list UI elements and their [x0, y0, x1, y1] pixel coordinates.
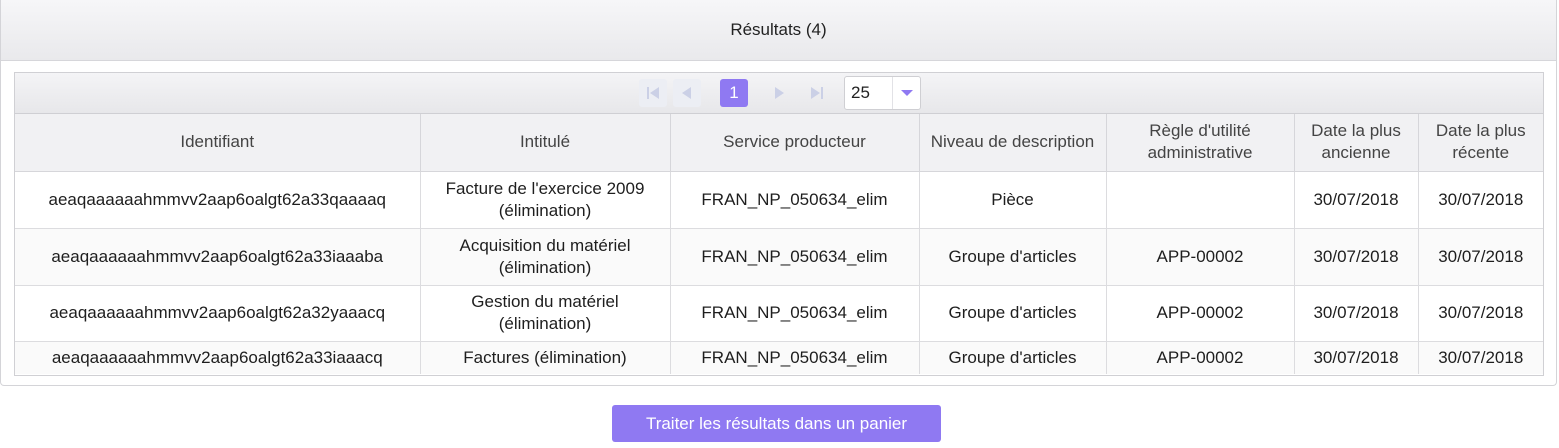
cell-identifiant: aeaqaaaaaahmmvv2aap6oalgt62a33iaaaba [15, 228, 421, 286]
next-page-button[interactable] [765, 79, 793, 107]
results-title: Résultats (4) [730, 20, 827, 39]
table-row[interactable]: aeaqaaaaaahmmvv2aap6oalgt62a33iaaaba Acq… [15, 228, 1543, 286]
next-page-icon [775, 87, 784, 99]
cell-date-ancienne: 30/07/2018 [1294, 341, 1419, 374]
cell-date-recente: 30/07/2018 [1418, 228, 1543, 286]
prev-page-icon [682, 87, 691, 99]
cell-date-ancienne: 30/07/2018 [1294, 171, 1419, 229]
results-table: Identifiant Intitulé Service producteur … [15, 114, 1543, 374]
cell-niveau-description: Groupe d'articles [919, 341, 1107, 374]
cell-date-ancienne: 30/07/2018 [1294, 228, 1419, 286]
cell-regle-utilite: APP-00002 [1106, 228, 1295, 286]
col-header-service-producteur[interactable]: Service producteur [670, 114, 920, 172]
cell-identifiant: aeaqaaaaaahmmvv2aap6oalgt62a32yaaacq [15, 285, 421, 342]
prev-page-button[interactable] [673, 79, 701, 107]
cell-intitule: Factures (élimination) [420, 341, 671, 374]
cell-regle-utilite [1106, 171, 1295, 229]
table-row[interactable]: aeaqaaaaaahmmvv2aap6oalgt62a33qaaaaq Fac… [15, 171, 1543, 229]
page-1-button[interactable]: 1 [720, 79, 748, 107]
cell-date-recente: 30/07/2018 [1418, 285, 1543, 342]
cell-intitule: Gestion du matériel (élimination) [420, 285, 671, 342]
cell-identifiant: aeaqaaaaaahmmvv2aap6oalgt62a33qaaaaq [15, 171, 421, 229]
cell-date-recente: 30/07/2018 [1418, 171, 1543, 229]
process-results-basket-button[interactable]: Traiter les résultats dans un panier [612, 405, 941, 442]
col-header-niveau-description[interactable]: Niveau de description [919, 114, 1107, 172]
cell-service-producteur: FRAN_NP_050634_elim [670, 341, 920, 374]
last-page-icon [811, 87, 823, 99]
col-header-intitule[interactable]: Intitulé [420, 114, 671, 172]
col-header-identifiant[interactable]: Identifiant [15, 114, 421, 172]
results-panel: Résultats (4) 1 25 Identifiant Intitulé … [0, 0, 1557, 386]
first-page-button[interactable] [639, 79, 667, 107]
cell-date-recente: 30/07/2018 [1418, 341, 1543, 374]
last-page-button[interactable] [803, 79, 831, 107]
table-row[interactable]: aeaqaaaaaahmmvv2aap6oalgt62a33iaaacq Fac… [15, 341, 1543, 374]
col-header-date-ancienne[interactable]: Date la plus ancienne [1294, 114, 1419, 172]
cell-identifiant: aeaqaaaaaahmmvv2aap6oalgt62a33iaaacq [15, 341, 421, 374]
cell-service-producteur: FRAN_NP_050634_elim [670, 171, 920, 229]
paginator: 1 25 [15, 73, 1543, 114]
results-panel-header: Résultats (4) [1, 0, 1556, 61]
first-page-icon [647, 87, 659, 99]
cell-niveau-description: Groupe d'articles [919, 228, 1107, 286]
cell-intitule: Facture de l'exercice 2009 (élimination) [420, 171, 671, 229]
rows-per-page-select[interactable]: 25 [844, 76, 921, 110]
cell-niveau-description: Pièce [919, 171, 1107, 229]
col-header-date-recente[interactable]: Date la plus récente [1418, 114, 1543, 172]
chevron-down-icon [900, 90, 913, 96]
col-header-regle-utilite[interactable]: Règle d'utilité administrative [1106, 114, 1295, 172]
cell-date-ancienne: 30/07/2018 [1294, 285, 1419, 342]
dropdown-trigger[interactable] [892, 77, 920, 109]
cell-regle-utilite: APP-00002 [1106, 285, 1295, 342]
rows-per-page-value: 25 [851, 83, 870, 102]
cell-niveau-description: Groupe d'articles [919, 285, 1107, 342]
cell-intitule: Acquisition du matériel (élimination) [420, 228, 671, 286]
cell-service-producteur: FRAN_NP_050634_elim [670, 228, 920, 286]
cell-service-producteur: FRAN_NP_050634_elim [670, 285, 920, 342]
cell-regle-utilite: APP-00002 [1106, 341, 1295, 374]
results-table-container: 1 25 Identifiant Intitulé Service produc… [14, 72, 1544, 376]
table-row[interactable]: aeaqaaaaaahmmvv2aap6oalgt62a32yaaacq Ges… [15, 285, 1543, 342]
table-header-row: Identifiant Intitulé Service producteur … [15, 114, 1543, 172]
